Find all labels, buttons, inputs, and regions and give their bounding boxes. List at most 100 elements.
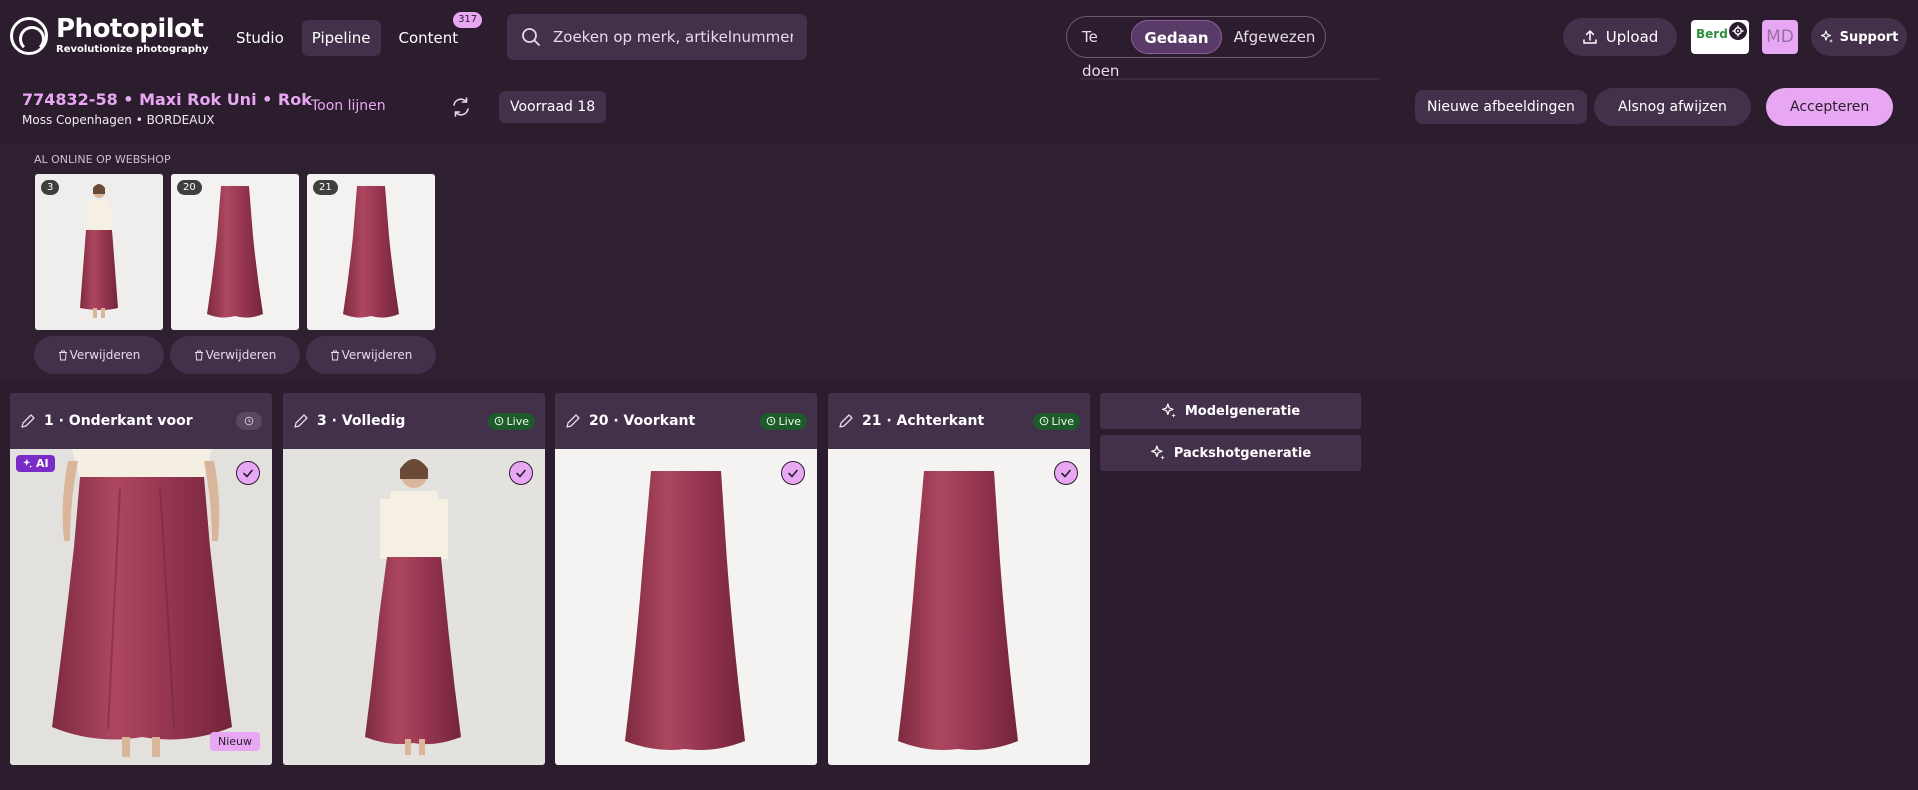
new-badge: Nieuw: [209, 732, 260, 751]
position-badge: 20: [177, 180, 202, 195]
model-photo: [283, 449, 545, 765]
brand-logo-text: Berd: [1696, 27, 1728, 41]
app-logo[interactable]: Photopilot Revolutionize photography: [10, 16, 209, 55]
sparkle-icon: [1150, 445, 1165, 460]
status-segment: Te doen Gedaan Afgewezen: [1066, 16, 1328, 80]
toggle-lines-button[interactable]: Toon lijnen: [311, 98, 386, 114]
card-image[interactable]: [283, 449, 545, 765]
card-title: 3 · Volledig: [317, 413, 406, 429]
skirt-photo: [171, 174, 299, 330]
live-label: Live: [778, 414, 801, 428]
history-icon: [494, 416, 503, 426]
product-subtitle: Moss Copenhagen • BORDEAUX: [22, 113, 215, 127]
card-image[interactable]: [555, 449, 817, 765]
search-bar[interactable]: [507, 14, 807, 60]
delete-button[interactable]: Verwijderen: [34, 336, 164, 374]
trash-icon: [194, 350, 203, 360]
delete-button[interactable]: Verwijderen: [306, 336, 436, 374]
stock-badge: Voorraad 18: [499, 91, 607, 123]
select-checkbox[interactable]: [509, 461, 533, 485]
delete-label: Verwijderen: [69, 348, 141, 362]
packshot-generation-button[interactable]: Packshotgeneratie: [1100, 435, 1361, 471]
content-count-badge: 317: [453, 12, 483, 28]
card-image[interactable]: AI Nieuw: [10, 449, 272, 765]
skirt-photo: [555, 449, 817, 765]
image-card: 21 · Achterkant Live: [828, 393, 1090, 765]
upload-button[interactable]: Upload: [1563, 18, 1677, 56]
sparkle-icon: [23, 458, 33, 469]
upload-icon: [1582, 30, 1597, 44]
model-photo: [10, 449, 272, 765]
app-name: Photopilot: [56, 14, 204, 44]
upload-label: Upload: [1605, 28, 1659, 46]
product-title: 774832-58 • Maxi Rok Uni • Rok: [22, 90, 312, 109]
image-card: 20 · Voorkant Live: [555, 393, 817, 765]
nav-content-label: Content: [398, 29, 459, 47]
history-icon[interactable]: [236, 412, 262, 430]
support-button[interactable]: Support: [1811, 18, 1907, 56]
pencil-icon[interactable]: [838, 413, 854, 429]
pencil-icon[interactable]: [20, 413, 36, 429]
webshop-thumbnail[interactable]: 20: [171, 174, 299, 330]
refresh-icon[interactable]: [450, 96, 472, 118]
select-checkbox[interactable]: [1054, 461, 1078, 485]
trash-icon: [330, 350, 339, 360]
card-title: 1 · Onderkant voor: [44, 413, 193, 429]
card-title: 21 · Achterkant: [862, 413, 985, 429]
model-generation-button[interactable]: Modelgeneratie: [1100, 393, 1361, 429]
tab-te-doen[interactable]: Te doen: [1070, 20, 1131, 80]
logo-icon: [10, 16, 48, 55]
sparkle-icon: [1161, 403, 1176, 418]
search-input[interactable]: [553, 28, 793, 46]
tab-gedaan[interactable]: Gedaan: [1131, 20, 1222, 54]
card-title: 20 · Voorkant: [589, 413, 696, 429]
section-label: AL ONLINE OP WEBSHOP: [34, 153, 171, 166]
select-checkbox[interactable]: [236, 461, 260, 485]
reject-button[interactable]: Alsnog afwijzen: [1594, 88, 1751, 126]
image-card: 1 · Onderkant voor AI Nieuw: [10, 393, 272, 765]
live-badge: Live: [1032, 412, 1080, 430]
top-bar: Photopilot Revolutionize photography Stu…: [0, 0, 1918, 80]
model-photo: [35, 174, 163, 330]
live-label: Live: [506, 414, 529, 428]
check-icon: [1061, 469, 1071, 478]
packshot-generation-label: Packshotgeneratie: [1173, 445, 1312, 461]
live-label: Live: [1051, 414, 1074, 428]
delete-label: Verwijderen: [205, 348, 277, 362]
trash-icon: [58, 350, 67, 360]
tab-afgewezen[interactable]: Afgewezen: [1222, 20, 1328, 54]
position-badge: 21: [313, 180, 338, 195]
webshop-thumbnail[interactable]: 3: [35, 174, 163, 330]
support-label: Support: [1839, 29, 1899, 45]
check-icon: [516, 469, 526, 478]
app-tagline: Revolutionize photography: [56, 44, 209, 55]
history-icon: [1039, 416, 1048, 426]
ai-badge: AI: [16, 455, 55, 472]
nav-studio[interactable]: Studio: [226, 20, 294, 56]
skirt-photo: [307, 174, 435, 330]
card-image[interactable]: [828, 449, 1090, 765]
model-generation-label: Modelgeneratie: [1184, 403, 1301, 419]
pencil-icon[interactable]: [565, 413, 581, 429]
webshop-thumbnail[interactable]: 21: [307, 174, 435, 330]
image-card: 3 · Volledig Live: [283, 393, 545, 765]
search-icon: [522, 28, 540, 46]
history-icon: [766, 416, 775, 426]
ai-label: AI: [36, 457, 49, 470]
nav-pipeline[interactable]: Pipeline: [301, 20, 381, 56]
skirt-photo: [828, 449, 1090, 765]
brand-logo[interactable]: Berd: [1691, 20, 1749, 54]
online-webshop-section: AL ONLINE OP WEBSHOP 3 20 21 Verwijderen: [0, 144, 1918, 382]
delete-button[interactable]: Verwijderen: [170, 336, 300, 374]
nav-content[interactable]: Content 317: [389, 12, 483, 56]
new-images-button[interactable]: Nieuwe afbeeldingen: [1415, 90, 1587, 124]
delete-label: Verwijderen: [341, 348, 413, 362]
position-badge: 3: [41, 180, 60, 195]
pencil-icon[interactable]: [293, 413, 309, 429]
check-icon: [788, 469, 798, 478]
user-avatar[interactable]: MD: [1762, 20, 1798, 54]
accept-button[interactable]: Accepteren: [1766, 88, 1894, 126]
product-header: 774832-58 • Maxi Rok Uni • Rok Moss Cope…: [0, 80, 1918, 144]
select-checkbox[interactable]: [781, 461, 805, 485]
gear-icon[interactable]: [1729, 22, 1747, 40]
